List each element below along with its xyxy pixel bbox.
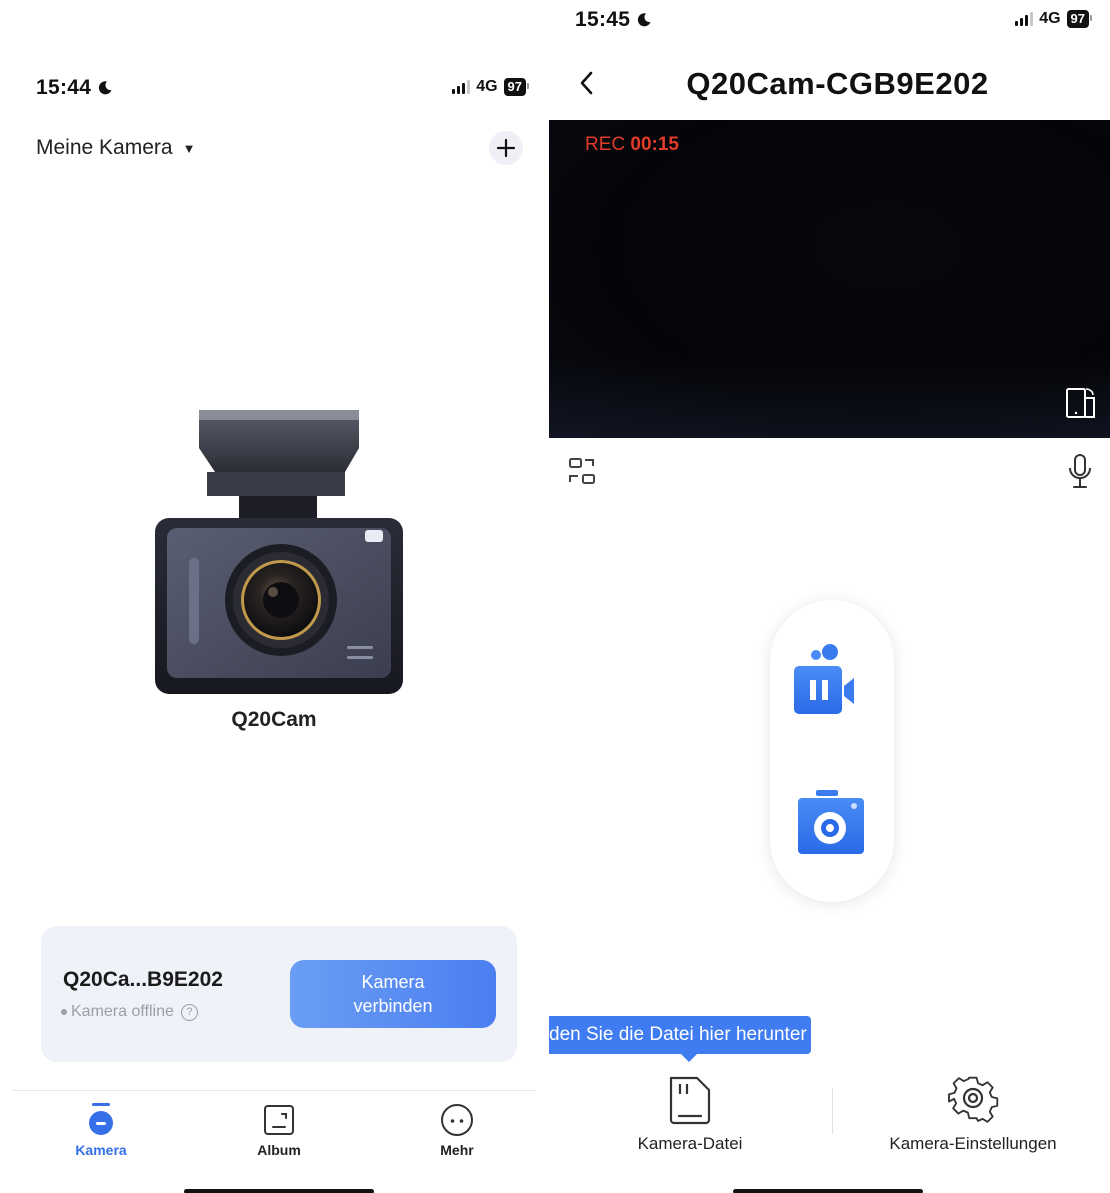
- bottom-divider: [832, 1088, 833, 1134]
- network-label: 4G: [476, 78, 498, 95]
- rotate-screen-icon[interactable]: [1064, 386, 1098, 420]
- home-indicator: [733, 1189, 923, 1193]
- tab-album-label: Album: [257, 1142, 301, 1158]
- rec-time: 00:15: [630, 134, 680, 155]
- dashcam-image[interactable]: [155, 408, 405, 696]
- battery-icon: 97: [503, 78, 530, 96]
- device-card[interactable]: Q20Ca...B9E202 Kamera offline ? Kamera v…: [41, 926, 517, 1062]
- tab-mehr-label: Mehr: [440, 1142, 474, 1158]
- tab-mehr[interactable]: Mehr: [402, 1102, 512, 1158]
- camera-tab-icon: [89, 1103, 113, 1135]
- status-indicators: 4G 97: [1015, 10, 1093, 28]
- snapshot-button[interactable]: [794, 784, 870, 864]
- plus-icon: [496, 138, 516, 158]
- signal-icon: [1015, 12, 1034, 26]
- device-status-text: Kamera offline: [71, 1003, 174, 1020]
- record-pause-button[interactable]: [792, 642, 872, 722]
- video-controls: [549, 450, 1110, 490]
- rec-label: REC: [585, 134, 626, 155]
- status-bar: 15:44 4G 97: [36, 76, 530, 102]
- download-hint-tooltip: den Sie die Datei hier herunter: [549, 1016, 811, 1062]
- signal-icon: [452, 80, 471, 94]
- offline-dot-icon: [61, 1009, 67, 1015]
- page-title: Q20Cam-CGB9E202: [686, 66, 989, 101]
- live-video-view[interactable]: REC 00:15: [549, 120, 1110, 438]
- tab-kamera[interactable]: Kamera: [46, 1102, 156, 1158]
- tab-kamera-label: Kamera: [75, 1142, 127, 1158]
- rec-indicator: REC 00:15: [585, 134, 679, 156]
- album-icon: [264, 1105, 294, 1135]
- battery-icon: 97: [1066, 10, 1093, 28]
- time-text: 15:45: [575, 8, 631, 31]
- connect-camera-button[interactable]: Kamera verbinden: [290, 960, 496, 1028]
- help-icon[interactable]: ?: [180, 1003, 198, 1021]
- more-icon: [441, 1104, 473, 1136]
- moon-icon: [99, 81, 112, 95]
- status-bar: 15:45 4G 97: [575, 8, 1093, 34]
- device-status: Kamera offline ?: [61, 1003, 198, 1021]
- home-indicator: [184, 1189, 374, 1193]
- network-label: 4G: [1039, 10, 1061, 27]
- live-view-screen: 15:45 4G 97 Q20Cam-CGB9E202 REC 00:15 de…: [549, 0, 1110, 1193]
- tab-album[interactable]: Album: [224, 1102, 334, 1158]
- caret-down-icon: ▼: [182, 140, 196, 156]
- camera-files-button[interactable]: Kamera-Datei: [615, 1072, 765, 1154]
- gear-icon: [948, 1076, 999, 1123]
- camera-list-screen: 15:44 4G 97 Meine Kamera ▼ Q20Cam Q20Ca.…: [0, 0, 548, 1193]
- nav-bar: Q20Cam-CGB9E202: [549, 62, 1110, 106]
- camera-settings-button[interactable]: Kamera-Einstellungen: [865, 1072, 1081, 1154]
- fullscreen-icon[interactable]: [567, 456, 597, 486]
- time-text: 15:44: [36, 76, 92, 99]
- camera-selector[interactable]: Meine Kamera ▼: [36, 136, 195, 160]
- status-indicators: 4G 97: [452, 78, 530, 96]
- tabbar-divider: [12, 1090, 536, 1091]
- microphone-icon[interactable]: [1066, 452, 1094, 490]
- moon-icon: [638, 13, 651, 27]
- status-time: 15:45: [575, 8, 1089, 32]
- sd-card-icon: [669, 1076, 711, 1125]
- camera-selector-label: Meine Kamera: [36, 136, 173, 159]
- capture-controls: [770, 600, 894, 902]
- camera-files-label: Kamera-Datei: [637, 1134, 743, 1153]
- add-camera-button[interactable]: [489, 131, 523, 165]
- device-name: Q20Ca...B9E202: [63, 968, 223, 991]
- camera-name: Q20Cam: [231, 708, 317, 731]
- camera-settings-label: Kamera-Einstellungen: [889, 1134, 1057, 1153]
